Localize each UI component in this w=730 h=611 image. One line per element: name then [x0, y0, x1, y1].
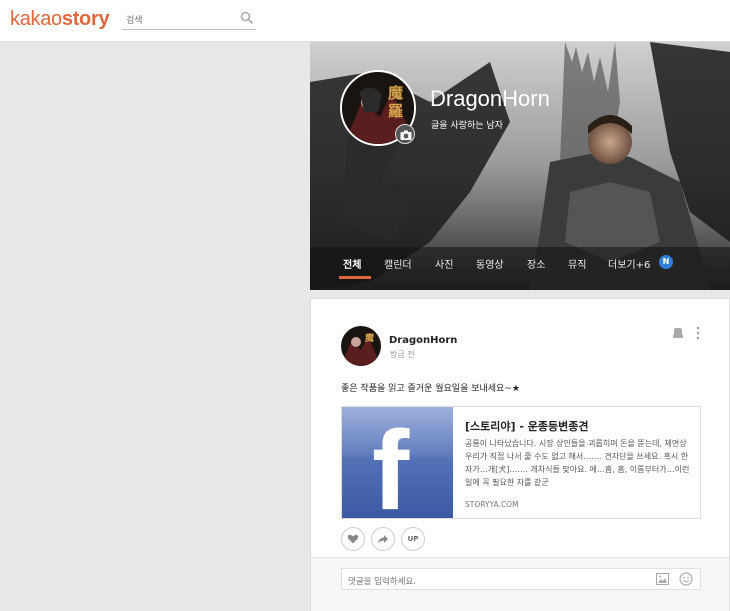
search-box — [122, 8, 256, 31]
post-text: 좋은 작품을 읽고 즐거운 월요일을 보내세요~★ — [341, 384, 520, 394]
search-input[interactable] — [122, 11, 232, 31]
profile-tabs: 전체 캘린더 사진 동영상 장소 뮤직 더보기+6 N — [310, 252, 730, 290]
profile-status: 글을 사랑하는 남자 — [431, 121, 503, 131]
tab-photos[interactable]: 사진 — [435, 256, 453, 271]
comment-area — [311, 557, 729, 611]
new-badge: N — [659, 255, 673, 269]
tab-music[interactable]: 뮤직 — [568, 256, 586, 271]
emoticon-icon[interactable] — [679, 572, 693, 586]
share-settings-icon[interactable] — [672, 327, 684, 339]
author-avatar-image: 魔 — [341, 326, 381, 366]
post-card: 魔 DragonHorn 방금 전 좋은 작품을 읽고 즐거운 월요일을 보내세… — [310, 298, 730, 611]
tab-calendar[interactable]: 캘린더 — [384, 256, 412, 271]
share-button[interactable] — [371, 527, 395, 551]
tab-all[interactable]: 전체 — [343, 256, 361, 271]
search-icon[interactable] — [240, 11, 254, 25]
comment-input[interactable] — [342, 572, 642, 592]
more-options-icon[interactable] — [695, 326, 701, 340]
photo-attach-icon[interactable] — [656, 573, 669, 585]
heart-icon — [347, 534, 359, 544]
svg-text:魔: 魔 — [364, 332, 374, 344]
camera-icon — [400, 130, 412, 140]
active-tab-indicator — [339, 276, 371, 279]
avatar-caption: 魔羅 — [388, 84, 404, 120]
link-domain: STORYYA.COM — [465, 500, 519, 509]
post-author-avatar[interactable]: 魔 — [341, 326, 381, 366]
top-header: kakaostory — [0, 0, 730, 42]
link-title: [스토리야] - 운종등변종견 — [465, 420, 589, 433]
post-author-name[interactable]: DragonHorn — [389, 335, 457, 346]
link-preview[interactable]: f [스토리야] - 운종등변종견 공룡이 나타났습니다. 시장 상인들을 괴롭… — [341, 406, 701, 519]
logo-kakao: kakao — [10, 8, 62, 30]
logo-story: story — [61, 8, 110, 30]
share-arrow-icon — [378, 535, 388, 543]
like-button[interactable] — [341, 527, 365, 551]
comment-box — [341, 568, 701, 592]
tab-places[interactable]: 장소 — [527, 256, 545, 271]
camera-button[interactable] — [395, 124, 415, 144]
facebook-f-icon: f — [372, 408, 410, 519]
post-time: 방금 전 — [390, 350, 415, 359]
facebook-logo-thumbnail: f — [342, 407, 453, 518]
profile-name: DragonHorn — [430, 86, 550, 111]
kakaostory-logo[interactable]: kakaostory — [10, 8, 110, 31]
profile-cover: 魔羅 DragonHorn 글을 사랑하는 남자 전체 캘린더 사진 동영상 장… — [310, 42, 730, 290]
link-description: 공룡이 나타났습니다. 시장 상인들을 괴롭히며 돈을 뜯는데, 체면상 우리가… — [465, 439, 690, 487]
tab-more[interactable]: 더보기+6 — [608, 256, 650, 271]
tab-videos[interactable]: 동영상 — [476, 256, 504, 271]
up-button[interactable]: UP — [401, 527, 425, 551]
